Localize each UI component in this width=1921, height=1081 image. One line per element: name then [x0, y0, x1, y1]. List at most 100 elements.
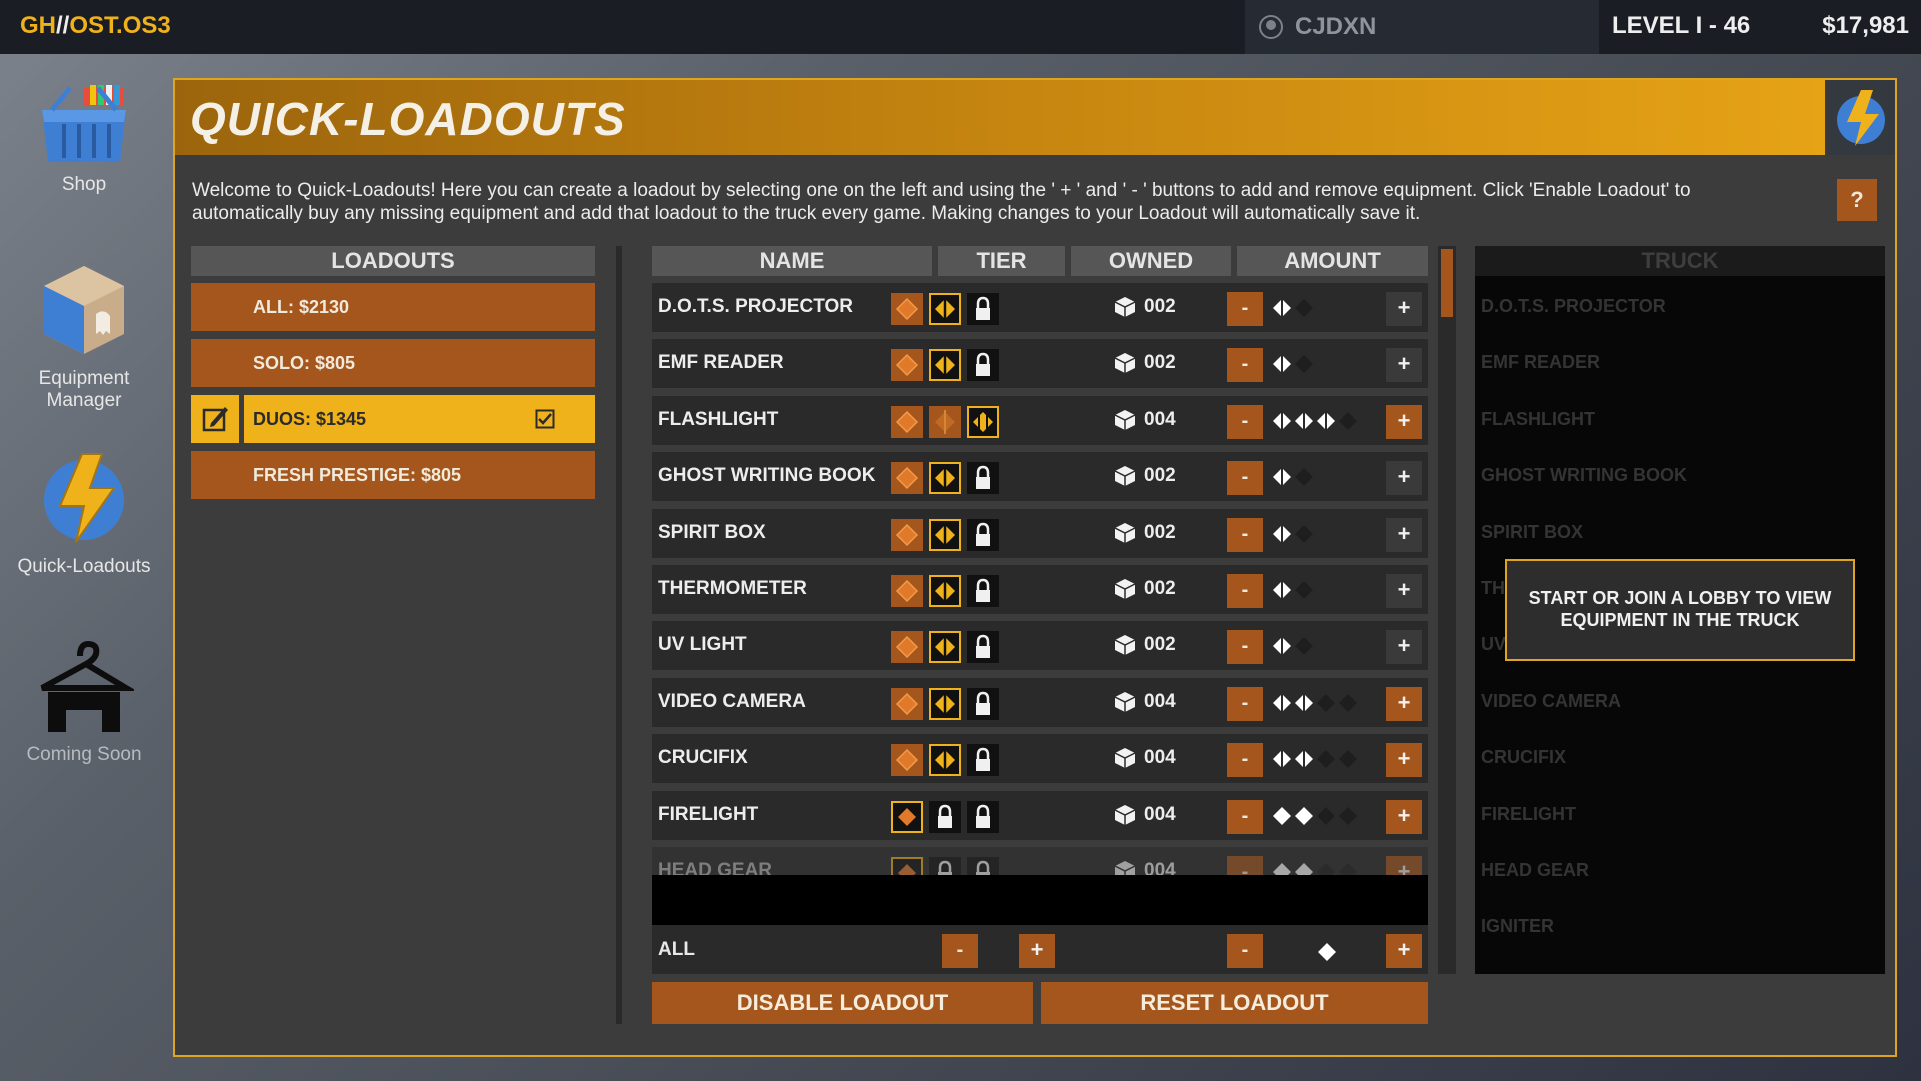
- help-button[interactable]: ?: [1837, 179, 1877, 221]
- amount-minus-button[interactable]: -: [1227, 800, 1263, 834]
- tier-3-selected-icon[interactable]: [967, 406, 999, 438]
- sidebar-item-quick-loadouts[interactable]: Quick-Loadouts: [0, 450, 168, 578]
- amount-plus-button[interactable]: +: [1386, 348, 1422, 382]
- all-tier-plus-button[interactable]: +: [1019, 934, 1055, 968]
- amount-pip: [1317, 750, 1335, 768]
- amount-minus-button[interactable]: -: [1227, 461, 1263, 495]
- amount-indicator: [1273, 580, 1313, 600]
- amount-plus-button[interactable]: +: [1386, 800, 1422, 834]
- amount-plus-button[interactable]: +: [1386, 292, 1422, 326]
- scrollbar-thumb[interactable]: [1441, 249, 1453, 317]
- truck-item: FLASHLIGHT: [1481, 409, 1595, 429]
- truck-item: CRUCIFIX: [1481, 747, 1566, 767]
- lock-icon[interactable]: [967, 293, 999, 325]
- lock-icon[interactable]: [967, 519, 999, 551]
- owned-value: 002: [1144, 634, 1176, 655]
- amount-pip: [1295, 355, 1313, 373]
- amount-pip: [1317, 694, 1335, 712]
- tier-1-icon[interactable]: [891, 744, 923, 776]
- tier-1-icon[interactable]: [891, 575, 923, 607]
- amount-plus-button[interactable]: +: [1386, 574, 1422, 608]
- amount-plus-button[interactable]: +: [1386, 461, 1422, 495]
- tier-1-icon[interactable]: [891, 406, 923, 438]
- lock-icon[interactable]: [967, 349, 999, 381]
- loadout-item[interactable]: SOLO: $805: [191, 339, 595, 387]
- lock-icon[interactable]: [967, 575, 999, 607]
- owned-count: 002: [1114, 352, 1176, 374]
- tier-2-selected-icon[interactable]: [929, 519, 961, 551]
- tier-2-selected-icon[interactable]: [929, 688, 961, 720]
- tier-2-selected-icon[interactable]: [929, 293, 961, 325]
- sidebar-item-equipment-manager[interactable]: Equipment Manager: [0, 262, 168, 412]
- amount-minus-button[interactable]: -: [1227, 518, 1263, 552]
- equipment-row: GHOST WRITING BOOK 002 - +: [652, 452, 1428, 501]
- sidebar-item-coming-soon: Coming Soon: [0, 640, 168, 766]
- reset-loadout-button[interactable]: RESET LOADOUT: [1041, 982, 1428, 1024]
- tier-1-icon[interactable]: [891, 349, 923, 381]
- lock-icon[interactable]: [967, 631, 999, 663]
- truck-item: VIDEO CAMERA: [1481, 691, 1622, 711]
- checkbox-checked-icon[interactable]: [535, 409, 555, 429]
- user-profile[interactable]: CJDXN: [1245, 0, 1599, 54]
- amount-pip: [1295, 693, 1313, 713]
- tier-1-icon[interactable]: [891, 688, 923, 720]
- all-amount-plus-button[interactable]: +: [1386, 934, 1422, 968]
- tier-1-icon[interactable]: [891, 631, 923, 663]
- edit-loadout-button[interactable]: [191, 395, 239, 443]
- tier-2-selected-icon[interactable]: [929, 744, 961, 776]
- owned-box-icon: [1114, 692, 1136, 712]
- tier-2-selected-icon[interactable]: [929, 631, 961, 663]
- tier-2-selected-icon[interactable]: [929, 462, 961, 494]
- lock-icon[interactable]: [967, 744, 999, 776]
- amount-minus-button[interactable]: -: [1227, 348, 1263, 382]
- all-tier-minus-button[interactable]: -: [942, 934, 978, 968]
- amount-plus-button[interactable]: +: [1386, 687, 1422, 721]
- tier-1-icon[interactable]: [891, 462, 923, 494]
- lock-icon[interactable]: [967, 688, 999, 720]
- owned-box-icon: [1114, 748, 1136, 768]
- tier-2-selected-icon[interactable]: [929, 575, 961, 607]
- tier-1-icon[interactable]: [891, 293, 923, 325]
- owned-box-icon: [1114, 523, 1136, 543]
- disable-loadout-button[interactable]: DISABLE LOADOUT: [652, 982, 1033, 1024]
- amount-minus-button[interactable]: -: [1227, 574, 1263, 608]
- diamond-icon: [1318, 943, 1336, 961]
- all-amount-minus-button[interactable]: -: [1227, 934, 1263, 968]
- amount-indicator: [1273, 693, 1357, 713]
- truck-item: EMF READER: [1481, 352, 1601, 372]
- truck-item: HEAD GEAR: [1481, 860, 1590, 880]
- tier-2-selected-icon[interactable]: [929, 349, 961, 381]
- amount-minus-button[interactable]: -: [1227, 292, 1263, 326]
- equipment-row: UV LIGHT 002 - +: [652, 621, 1428, 670]
- tier-1-icon[interactable]: [891, 519, 923, 551]
- tier-1-selected-icon[interactable]: [891, 801, 923, 833]
- tier-2-icon[interactable]: [929, 406, 961, 438]
- amount-pip: [1339, 807, 1357, 825]
- loadout-item-selected[interactable]: DUOS: $1345: [244, 395, 595, 443]
- amount-pip: [1295, 411, 1313, 431]
- amount-plus-button[interactable]: +: [1386, 518, 1422, 552]
- loadout-item[interactable]: FRESH PRESTIGE: $805: [191, 451, 595, 499]
- user-icon: [1259, 15, 1283, 39]
- amount-plus-button[interactable]: +: [1386, 405, 1422, 439]
- lock-icon[interactable]: [929, 801, 961, 833]
- owned-count: 002: [1114, 578, 1176, 600]
- amount-minus-button[interactable]: -: [1227, 630, 1263, 664]
- amount-plus-button[interactable]: +: [1386, 630, 1422, 664]
- sidebar-label: Equipment Manager: [38, 368, 130, 411]
- quick-loadouts-panel: QUICK-LOADOUTS Welcome to Quick-Loadouts…: [173, 78, 1897, 1057]
- amount-minus-button[interactable]: -: [1227, 743, 1263, 777]
- sidebar-item-shop[interactable]: Shop: [0, 80, 168, 196]
- lock-icon[interactable]: [967, 462, 999, 494]
- amount-pip: [1273, 467, 1291, 487]
- amount-minus-button[interactable]: -: [1227, 405, 1263, 439]
- loadout-item[interactable]: ALL: $2130: [191, 283, 595, 331]
- amount-plus-button[interactable]: +: [1386, 743, 1422, 777]
- owned-value: 004: [1144, 747, 1176, 768]
- equipment-row: THERMOMETER 002 - +: [652, 565, 1428, 614]
- equipment-scrollbar[interactable]: [1438, 246, 1456, 974]
- owned-count: 004: [1114, 691, 1176, 713]
- owned-box-icon: [1114, 410, 1136, 430]
- amount-minus-button[interactable]: -: [1227, 687, 1263, 721]
- lock-icon[interactable]: [967, 801, 999, 833]
